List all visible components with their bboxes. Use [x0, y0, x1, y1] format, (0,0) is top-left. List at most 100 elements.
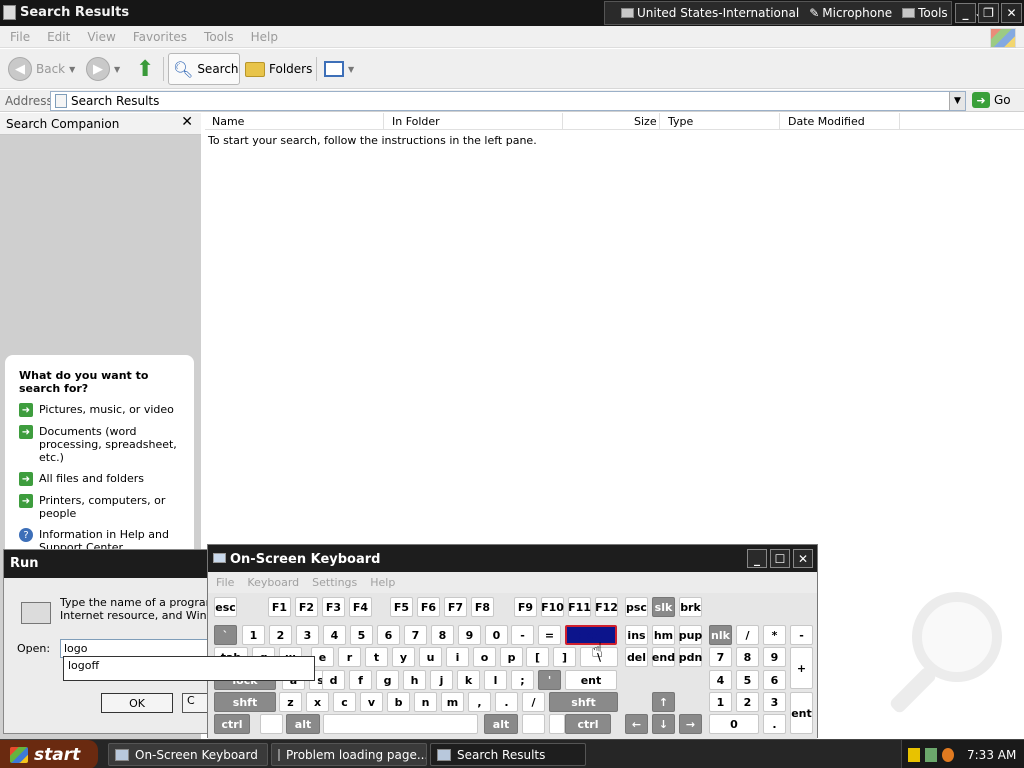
start-button[interactable]: start — [0, 740, 98, 768]
folders-button[interactable]: Folders — [245, 53, 312, 85]
column-divider[interactable] — [562, 113, 563, 130]
column-divider[interactable] — [779, 113, 780, 130]
security-shield-icon[interactable] — [908, 747, 920, 762]
menu-tools[interactable]: Tools — [204, 30, 234, 44]
osk-key[interactable]: y — [392, 647, 415, 667]
osk-close-button[interactable]: ✕ — [793, 549, 813, 568]
osk-key[interactable]: . — [495, 692, 518, 712]
osk-key[interactable]: c — [333, 692, 356, 712]
osk-key[interactable]: hm — [652, 625, 675, 645]
osk-key[interactable]: F8 — [471, 597, 494, 617]
osk-key[interactable]: F10 — [541, 597, 564, 617]
osk-key[interactable]: t — [365, 647, 388, 667]
explorer-title-bar[interactable]: Search Results United States-Internation… — [0, 0, 1024, 26]
osk-key[interactable]: . — [763, 714, 786, 734]
run-title-bar[interactable]: Run — [4, 550, 212, 578]
back-dropdown-icon[interactable]: ▼ — [69, 65, 75, 74]
column-size[interactable]: Size — [634, 115, 657, 128]
language-bar[interactable]: United States-International ✎ Microphone … — [604, 1, 984, 25]
search-button[interactable]: 🔍︎ Search — [168, 53, 240, 85]
osk-key[interactable]: b — [387, 692, 410, 712]
osk-key[interactable]: d — [322, 670, 345, 690]
osk-key[interactable]: m — [441, 692, 464, 712]
minimize-button[interactable]: _ — [955, 3, 976, 23]
menu-help[interactable]: Help — [251, 30, 278, 44]
osk-key[interactable]: 7 — [404, 625, 427, 645]
option-printers[interactable]: ➜ Printers, computers, or people — [19, 494, 184, 520]
forward-dropdown-icon[interactable]: ▼ — [114, 65, 120, 74]
osk-key[interactable]: 2 — [736, 692, 759, 712]
menu-file[interactable]: File — [10, 30, 30, 44]
close-button[interactable]: ✕ — [1001, 3, 1022, 23]
option-pictures[interactable]: ➜ Pictures, music, or video — [19, 403, 184, 417]
column-date-modified[interactable]: Date Modified — [788, 115, 865, 128]
close-pane-icon[interactable]: ✕ — [181, 114, 193, 130]
views-dropdown-icon[interactable]: ▼ — [348, 65, 354, 74]
osk-key[interactable]: F1 — [268, 597, 291, 617]
osk-key[interactable]: shft — [549, 692, 618, 712]
osk-key[interactable]: 5 — [350, 625, 373, 645]
osk-key[interactable]: l — [484, 670, 507, 690]
osk-key[interactable]: slk — [652, 597, 675, 617]
osk-key[interactable]: z — [279, 692, 302, 712]
osk-key[interactable]: p — [500, 647, 523, 667]
osk-key[interactable]: n — [414, 692, 437, 712]
osk-key[interactable]: del — [625, 647, 648, 667]
osk-key[interactable]: psc — [625, 597, 648, 617]
column-divider[interactable] — [899, 113, 900, 130]
task-problem-loading[interactable]: Problem loading page... — [271, 743, 427, 766]
osk-key[interactable]: 4 — [709, 670, 732, 690]
menu-key-icon[interactable] — [549, 714, 565, 734]
osk-key[interactable]: nlk — [709, 625, 732, 645]
osk-key[interactable]: esc — [214, 597, 237, 617]
osk-key[interactable]: ` — [214, 625, 237, 645]
osk-key[interactable]: end — [652, 647, 675, 667]
osk-key[interactable]: * — [763, 625, 786, 645]
column-in-folder[interactable]: In Folder — [392, 115, 440, 128]
osk-key[interactable]: ctrl — [214, 714, 250, 734]
osk-key[interactable]: j — [430, 670, 453, 690]
task-search-results[interactable]: Search Results — [430, 743, 586, 766]
osk-key[interactable]: i — [446, 647, 469, 667]
osk-key[interactable]: 6 — [763, 670, 786, 690]
option-all-files[interactable]: ➜ All files and folders — [19, 472, 184, 486]
osk-key[interactable]: 2 — [269, 625, 292, 645]
column-type[interactable]: Type — [668, 115, 693, 128]
osk-key[interactable]: pdn — [679, 647, 702, 667]
search-tray-icon[interactable] — [942, 747, 954, 762]
windows-key-icon[interactable] — [260, 714, 283, 734]
osk-key[interactable]: F4 — [349, 597, 372, 617]
osk-key[interactable]: ; — [511, 670, 534, 690]
osk-key[interactable]: F9 — [514, 597, 537, 617]
up-folder-button[interactable]: ⬆ — [136, 53, 154, 85]
ok-button[interactable]: OK — [101, 693, 173, 713]
osk-key[interactable]: F7 — [444, 597, 467, 617]
clock[interactable]: 7:33 AM — [967, 748, 1016, 762]
microphone-button[interactable]: ✎ Microphone — [809, 6, 892, 20]
osk-key[interactable]: 4 — [323, 625, 346, 645]
menu-view[interactable]: View — [87, 30, 115, 44]
osk-key[interactable]: u — [419, 647, 442, 667]
osk-key[interactable]: F3 — [322, 597, 345, 617]
osk-key[interactable]: - — [790, 625, 813, 645]
osk-key[interactable]: F2 — [295, 597, 318, 617]
osk-key[interactable]: v — [360, 692, 383, 712]
osk-menu-keyboard[interactable]: Keyboard — [247, 576, 299, 589]
osk-key[interactable]: F5 — [390, 597, 413, 617]
osk-key[interactable]: 1 — [242, 625, 265, 645]
osk-key[interactable]: 3 — [763, 692, 786, 712]
osk-key[interactable]: h — [403, 670, 426, 690]
osk-menu-settings[interactable]: Settings — [312, 576, 357, 589]
autocomplete-suggestion[interactable]: logoff — [63, 656, 315, 681]
osk-key[interactable]: pup — [679, 625, 702, 645]
osk-key[interactable]: ins — [625, 625, 648, 645]
osk-key[interactable]: F12 — [595, 597, 618, 617]
address-field[interactable]: Search Results ▼ — [50, 91, 966, 111]
osk-key[interactable]: ] — [553, 647, 576, 667]
osk-key[interactable]: / — [522, 692, 545, 712]
osk-key[interactable]: k — [457, 670, 480, 690]
osk-key[interactable]: ' — [538, 670, 561, 690]
osk-key[interactable]: f — [349, 670, 372, 690]
osk-minimize-button[interactable]: _ — [747, 549, 767, 568]
osk-key[interactable]: / — [736, 625, 759, 645]
